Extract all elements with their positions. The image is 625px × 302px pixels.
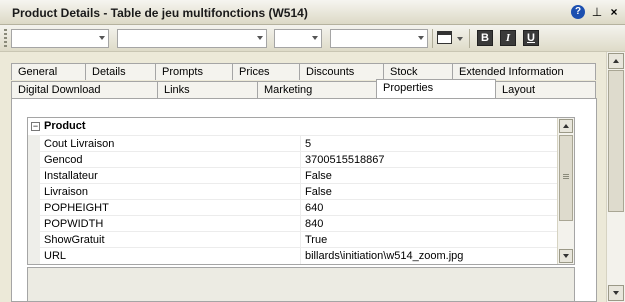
property-name: Cout Livraison [44,138,115,150]
tab-stock[interactable]: Stock [383,63,453,80]
font-style-combo[interactable] [11,29,109,48]
italic-button[interactable]: I [500,30,516,46]
toolbar-separator [432,29,433,48]
column-divider [300,152,301,168]
font-size-combo[interactable] [274,29,322,48]
help-icon[interactable]: ? [571,5,585,19]
property-row[interactable]: Gencod 3700515518867 [40,151,557,168]
chevron-up-icon [613,59,619,63]
property-value[interactable]: 640 [305,202,323,214]
group-header[interactable]: − Product [28,118,557,135]
property-name: Installateur [44,170,98,182]
property-row[interactable]: ShowGratuit True [40,231,557,248]
property-name: POPHEIGHT [44,202,109,214]
column-divider [300,232,301,248]
tab-properties[interactable]: Properties [376,79,496,98]
formatting-toolbar: B I U [0,25,625,52]
column-divider [300,136,301,152]
column-divider [300,184,301,200]
scroll-down-button[interactable] [559,249,573,263]
grip-icon [563,174,569,180]
property-value[interactable]: 3700515518867 [305,154,385,166]
column-divider [300,200,301,216]
underline-button[interactable]: U [523,30,539,46]
property-name: Gencod [44,154,83,166]
property-name: Livraison [44,186,89,198]
property-name: URL [44,250,67,262]
tab-discounts[interactable]: Discounts [299,63,384,80]
chevron-down-icon [312,36,318,40]
scroll-thumb[interactable] [608,70,624,212]
tab-layout[interactable]: Layout [495,81,596,98]
chevron-down-icon [99,36,105,40]
tab-extended-information[interactable]: Extended Information [452,63,596,80]
toolbar-separator [469,29,470,48]
tab-general[interactable]: General [11,63,86,80]
column-divider [300,248,301,264]
close-icon[interactable]: × [607,5,621,19]
property-row[interactable]: POPHEIGHT 640 [40,199,557,216]
chevron-down-icon [563,254,569,258]
column-divider [300,216,301,232]
title-bar: Product Details - Table de jeu multifonc… [0,0,625,25]
property-row[interactable]: Installateur False [40,167,557,184]
chevron-down-icon [613,291,619,295]
property-value[interactable]: False [305,186,332,198]
property-row[interactable]: URL billards\initiation\w514_zoom.jpg [40,247,557,264]
scroll-thumb[interactable] [559,135,573,221]
property-value[interactable]: True [305,234,327,246]
tab-prices[interactable]: Prices [232,63,300,80]
property-value[interactable]: billards\initiation\w514_zoom.jpg [305,250,463,262]
window-title: Product Details - Table de jeu multifonc… [12,6,308,20]
scroll-up-button[interactable] [608,53,624,69]
scroll-down-button[interactable] [608,285,624,301]
property-row[interactable]: Livraison False [40,183,557,200]
property-value[interactable]: 5 [305,138,311,150]
scroll-up-button[interactable] [559,119,573,133]
toolbar-grip[interactable] [4,29,7,47]
property-row[interactable]: POPWIDTH 840 [40,215,557,232]
font-name-combo[interactable] [117,29,267,48]
tab-marketing[interactable]: Marketing [257,81,377,98]
pin-icon[interactable]: ⊥ [590,5,604,19]
color-combo[interactable] [330,29,428,48]
grid-scrollbar[interactable] [557,118,574,264]
property-value[interactable]: 840 [305,218,323,230]
tab-digital-download[interactable]: Digital Download [11,81,158,98]
chevron-down-icon [257,36,263,40]
property-description-pane [27,267,575,302]
chevron-up-icon [563,124,569,128]
property-name: ShowGratuit [44,234,105,246]
property-name: POPWIDTH [44,218,104,230]
chevron-down-icon [418,36,424,40]
window-scrollbar[interactable] [606,52,625,302]
property-row[interactable]: Cout Livraison 5 [40,135,557,152]
tab-details[interactable]: Details [85,63,156,80]
tab-links[interactable]: Links [157,81,258,98]
chevron-down-icon[interactable] [457,37,463,41]
column-divider [300,168,301,184]
property-grid: − Product Cout Livraison 5 Gencod 370051… [27,117,575,265]
group-label: Product [44,120,86,132]
layout-icon[interactable] [437,31,452,44]
property-value[interactable]: False [305,170,332,182]
tab-prompts[interactable]: Prompts [155,63,233,80]
grid-margin [28,135,40,264]
collapse-icon[interactable]: − [31,122,40,131]
bold-button[interactable]: B [477,30,493,46]
